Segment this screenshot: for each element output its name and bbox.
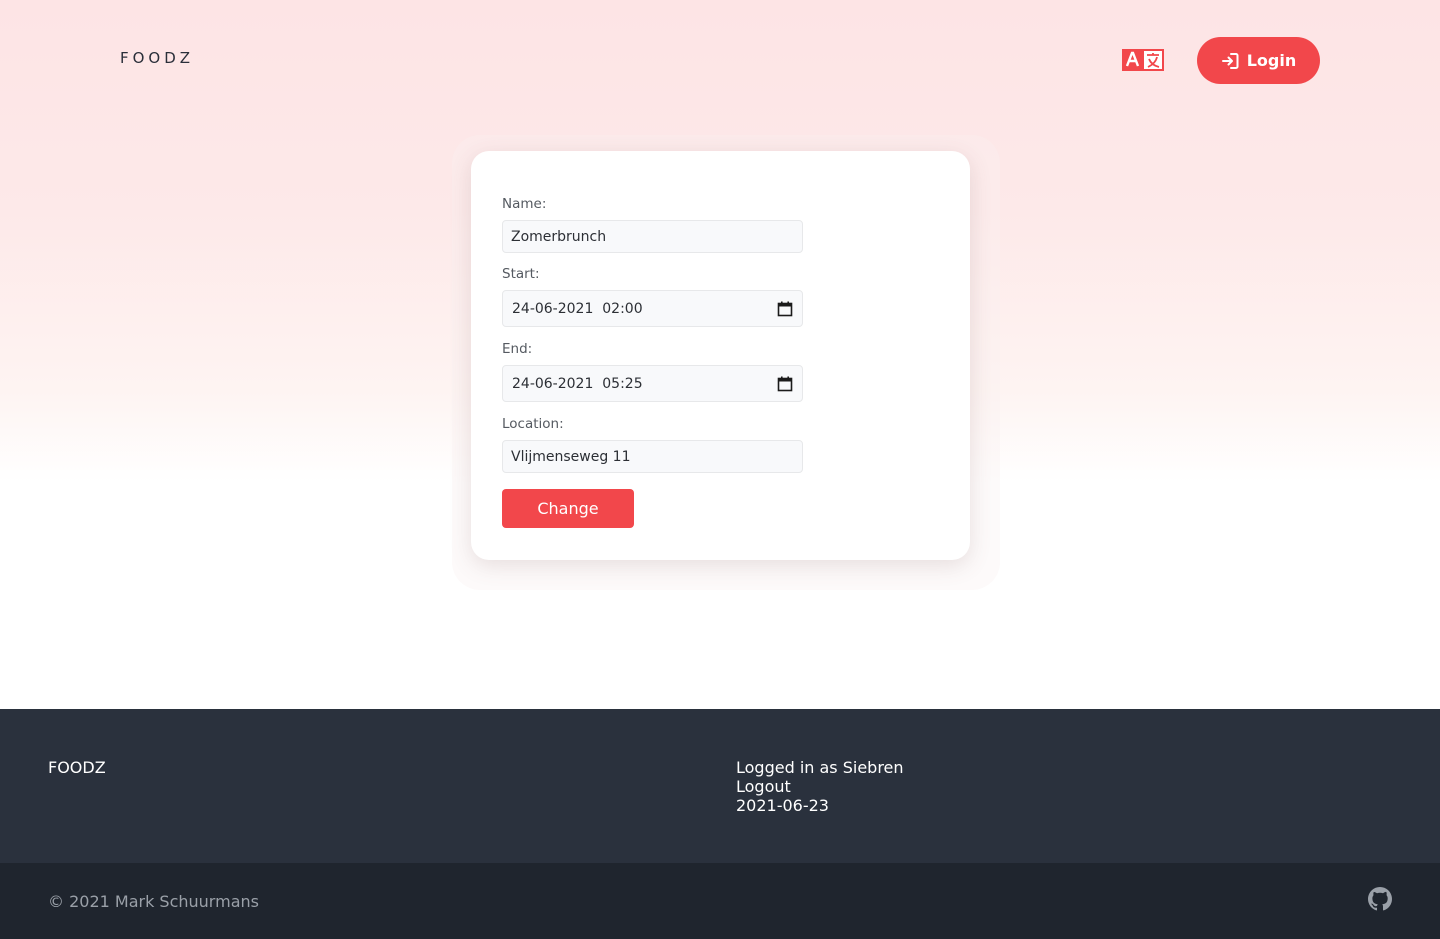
logout-link[interactable]: Logout — [736, 777, 904, 796]
name-label: Name: — [502, 196, 547, 212]
end-value: 24-06-2021 05:25 — [512, 375, 643, 392]
calendar-icon[interactable] — [777, 376, 793, 392]
copyright-text: © 2021 Mark Schuurmans — [48, 892, 259, 911]
footer-date: 2021-06-23 — [736, 796, 829, 815]
logged-in-text: Logged in as Siebren — [736, 758, 904, 777]
name-input[interactable]: Zomerbrunch — [502, 220, 803, 253]
footer-bottom-bar: © 2021 Mark Schuurmans — [0, 863, 1440, 939]
end-datetime-input[interactable]: 24-06-2021 05:25 — [502, 365, 803, 402]
translate-icon[interactable] — [1122, 49, 1164, 71]
start-value: 24-06-2021 02:00 — [512, 300, 643, 317]
login-label: Login — [1246, 51, 1297, 70]
github-icon[interactable] — [1368, 887, 1392, 911]
event-form-card: Name: Zomerbrunch Start: 24-06-2021 02:0… — [471, 151, 970, 560]
footer-brand[interactable]: FOODZ — [48, 758, 106, 777]
start-label: Start: — [502, 266, 540, 282]
location-input[interactable]: Vlijmenseweg 11 — [502, 440, 803, 473]
location-label: Location: — [502, 416, 564, 432]
login-arrow-icon — [1221, 52, 1239, 69]
brand-logo[interactable]: FOODZ — [120, 49, 194, 67]
footer: FOODZ Logged in as Siebren Logout 2021-0… — [0, 709, 1440, 863]
login-button[interactable]: Login — [1197, 37, 1320, 84]
end-label: End: — [502, 341, 533, 357]
change-button[interactable]: Change — [502, 489, 634, 528]
footer-user-info: Logged in as Siebren Logout 2021-06-23 — [736, 758, 904, 815]
calendar-icon[interactable] — [777, 301, 793, 317]
start-datetime-input[interactable]: 24-06-2021 02:00 — [502, 290, 803, 327]
